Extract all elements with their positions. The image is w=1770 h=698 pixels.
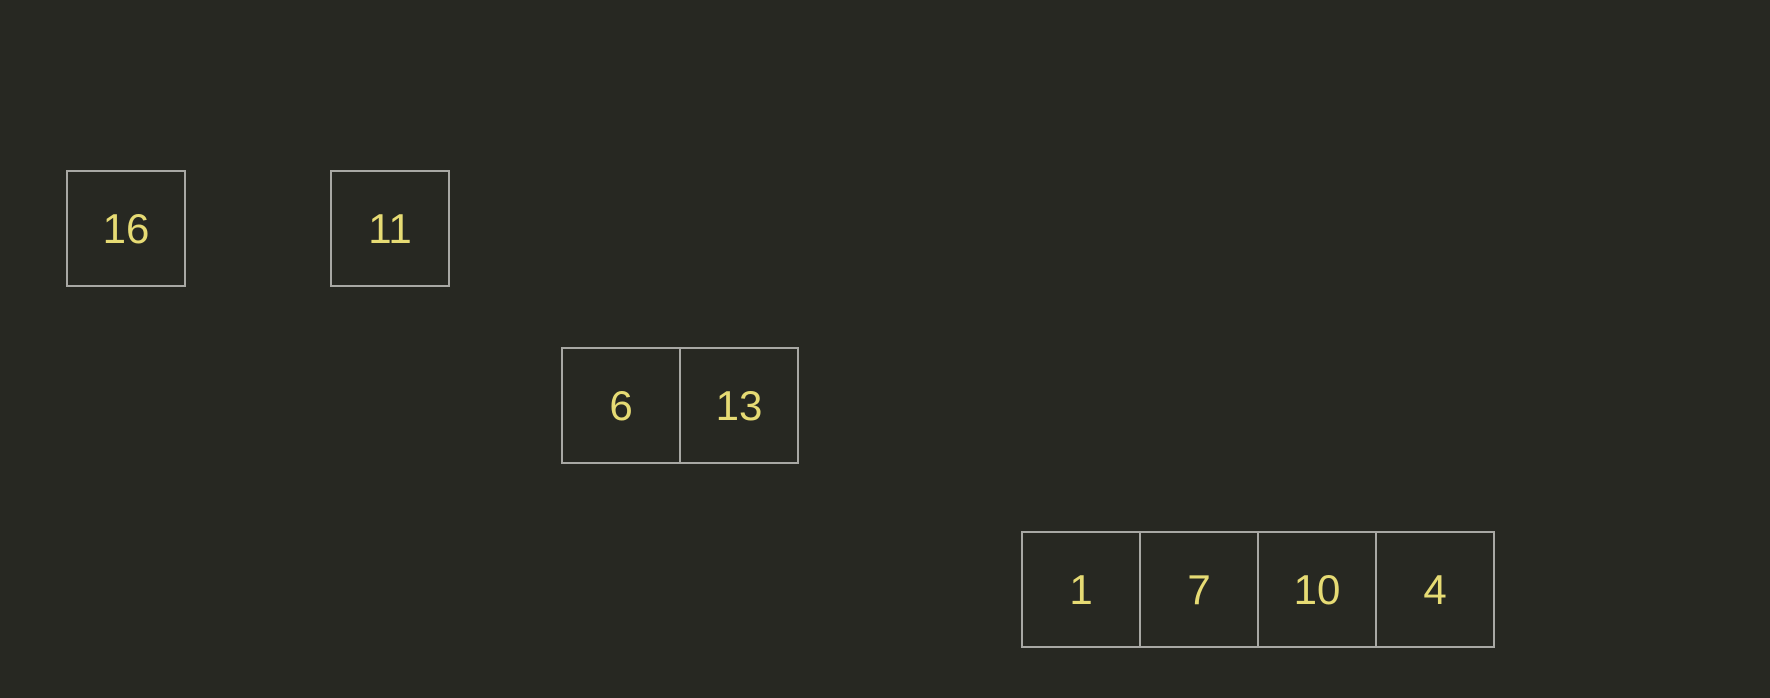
number-box: 11 [330,170,450,287]
number-box: 10 [1259,531,1377,648]
box-group-single-11: 11 [330,170,450,287]
number-box: 7 [1141,531,1259,648]
box-group-single-16: 16 [66,170,186,287]
number-box: 1 [1021,531,1141,648]
number-box: 13 [681,347,799,464]
box-group-quad: 1 7 10 4 [1021,531,1495,648]
number-box: 16 [66,170,186,287]
number-box: 6 [561,347,681,464]
box-group-pair: 6 13 [561,347,799,464]
number-box: 4 [1377,531,1495,648]
